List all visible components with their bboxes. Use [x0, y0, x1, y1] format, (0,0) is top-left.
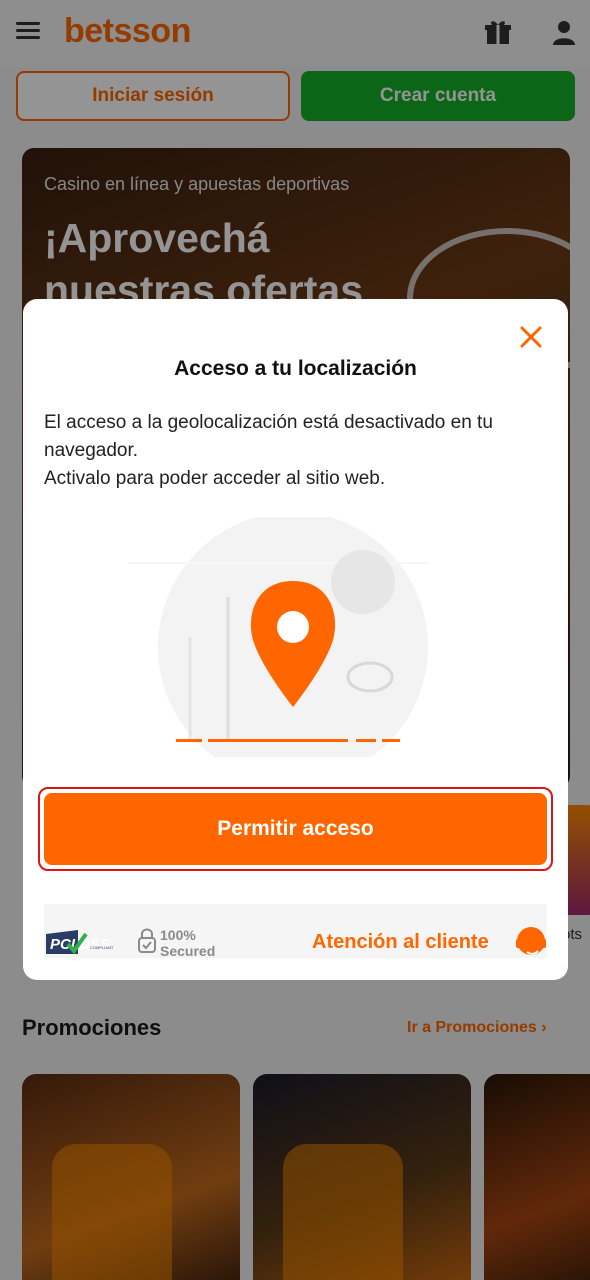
modal-title: Acceso a tu localización	[174, 357, 417, 380]
page: betsson Iniciar sesión Crear cuenta Casi…	[0, 0, 590, 1280]
allow-access-highlight: Permitir acceso	[38, 787, 553, 871]
location-illustration	[128, 517, 428, 757]
modal-body-line1: El acceso a la geolocalización está desa…	[44, 412, 493, 461]
secured-badge: 100% Secured	[138, 927, 215, 959]
close-icon[interactable]	[517, 323, 545, 351]
pci-dss-badge: PCI DSS COMPLIANT	[46, 930, 114, 955]
modal-body: El acceso a la geolocalización está desa…	[44, 409, 544, 493]
modal-body-line2: Activalo para poder acceder al sitio web…	[44, 468, 386, 489]
allow-access-button[interactable]: Permitir acceso	[44, 793, 547, 865]
headset-icon[interactable]	[514, 924, 548, 958]
secured-percent: 100%	[160, 927, 196, 943]
pci-sub: COMPLIANT	[90, 945, 114, 950]
customer-support-link[interactable]: Atención al cliente	[312, 931, 489, 954]
lock-icon	[138, 937, 156, 953]
secured-label: Secured	[160, 943, 215, 959]
geolocation-modal: Acceso a tu localización El acceso a la …	[23, 299, 568, 980]
modal-footer: PCI DSS COMPLIANT 100% Secured Atención …	[44, 904, 548, 959]
